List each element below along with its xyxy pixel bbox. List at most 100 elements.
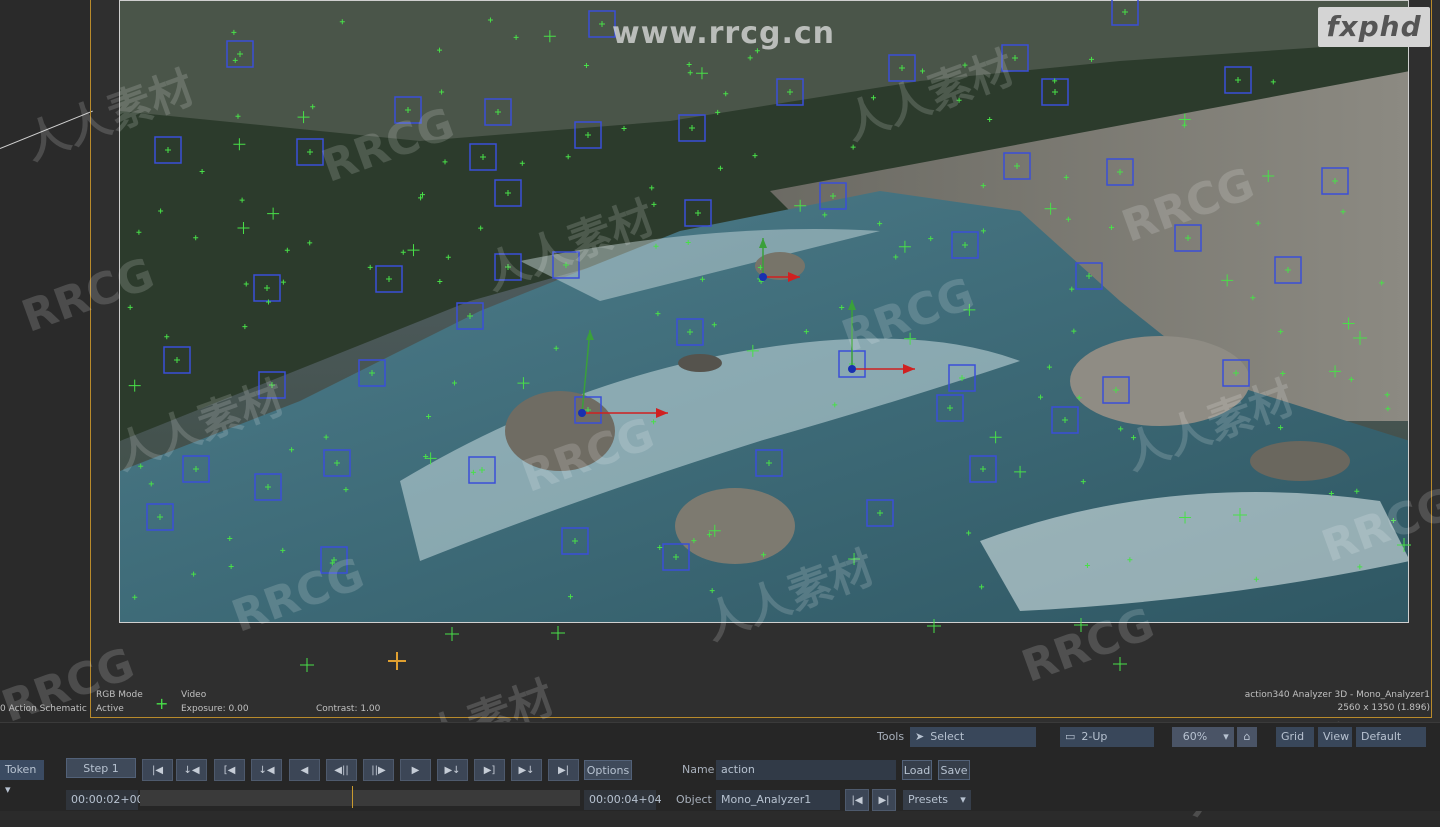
timecode-end[interactable]: 00:00:04+04 (584, 790, 662, 810)
next-key-icon[interactable]: ▶↓ (511, 759, 542, 781)
track-point (1255, 220, 1261, 226)
step-button[interactable]: Step 1 (66, 758, 136, 778)
track-point (1014, 465, 1027, 478)
home-icon[interactable]: ⌂ (1237, 727, 1257, 747)
track-point (307, 149, 313, 155)
playhead[interactable] (352, 786, 353, 808)
token-dropdown[interactable]: Token ▾ (0, 760, 44, 796)
track-point (242, 324, 248, 330)
chevron-down-icon[interactable]: ▾ (1218, 727, 1234, 747)
track-point (1340, 209, 1346, 215)
grid-button[interactable]: Grid (1276, 727, 1314, 747)
track-point (243, 281, 249, 287)
track-point (956, 97, 962, 103)
track-point (723, 91, 729, 97)
track-point (1122, 9, 1128, 15)
crosshair-cursor-icon (388, 652, 406, 670)
name-field[interactable]: action (716, 760, 896, 780)
track-point (451, 380, 457, 386)
track-point (599, 21, 605, 27)
axis-gizmo[interactable] (759, 238, 800, 282)
track-point (717, 165, 723, 171)
track-point (746, 344, 759, 357)
track-point (237, 222, 250, 235)
track-point (1181, 122, 1187, 128)
prev-frame-icon[interactable]: ◀ (289, 759, 320, 781)
track-point (963, 303, 976, 316)
track-point (1221, 274, 1234, 287)
track-point (138, 463, 144, 469)
track-point (199, 168, 205, 174)
next-object-icon[interactable]: ▶| (872, 789, 896, 811)
video-label: Video (181, 690, 207, 700)
track-point (1185, 235, 1191, 241)
next-segment-icon[interactable]: ▶] (474, 759, 505, 781)
default-button[interactable]: Default (1356, 727, 1426, 747)
options-button[interactable]: Options (584, 760, 632, 780)
track-point (424, 452, 437, 465)
track-point (343, 487, 349, 493)
track-point (653, 243, 659, 249)
track-point (904, 332, 917, 345)
track-point (877, 510, 883, 516)
track-point (1113, 657, 1127, 671)
save-button[interactable]: Save (938, 760, 970, 780)
track-point (706, 532, 712, 538)
play-backward-icon[interactable]: ◀|| (326, 759, 357, 781)
goto-end-icon[interactable]: ▶| (548, 759, 579, 781)
view-button[interactable]: View (1318, 727, 1352, 747)
prev-segment-icon[interactable]: [◀ (214, 759, 245, 781)
prev-keyframe-icon[interactable]: ↓◀ (251, 759, 282, 781)
track-point (334, 460, 340, 466)
track-point (307, 240, 313, 246)
track-point (898, 240, 911, 253)
track-point (470, 469, 476, 475)
track-point (267, 207, 280, 220)
chevron-down-icon[interactable]: ▾ (955, 790, 971, 810)
track-point (228, 563, 234, 569)
track-point (980, 228, 986, 234)
track-point (928, 236, 934, 242)
next-keyframe-icon[interactable]: ▶↓ (437, 759, 468, 781)
track-point (979, 584, 985, 590)
select-tool-button[interactable]: ➤ Select (910, 727, 1036, 747)
track-point (265, 484, 271, 490)
load-button[interactable]: Load (902, 760, 932, 780)
track-point (1354, 488, 1360, 494)
next-frame-icon[interactable]: ▶ (400, 759, 431, 781)
axis-gizmo[interactable] (848, 300, 915, 374)
track-point (165, 147, 171, 153)
prev-object-icon[interactable]: |◀ (845, 789, 869, 811)
track-point (1328, 491, 1334, 497)
track-point (989, 431, 1002, 444)
track-point (583, 63, 589, 69)
object-field[interactable]: Mono_Analyzer1 (716, 790, 840, 810)
track-point (1353, 331, 1367, 345)
track-point (877, 221, 883, 227)
track-point (649, 185, 655, 191)
axis-gizmo[interactable] (578, 329, 668, 418)
track-point (1253, 576, 1259, 582)
track-point (870, 95, 876, 101)
track-point (232, 57, 238, 63)
timecode-start[interactable]: 00:00:02+00 (66, 790, 144, 810)
track-point (832, 402, 838, 408)
prev-key-icon[interactable]: ↓◀ (176, 759, 207, 781)
track-point (962, 62, 968, 68)
goto-start-icon[interactable]: |◀ (142, 759, 173, 781)
track-point (673, 554, 679, 560)
track-point (1384, 392, 1390, 398)
track-point (651, 201, 657, 207)
zoom-select[interactable]: 60% (1172, 727, 1218, 747)
track-point (899, 65, 905, 71)
timeline-bar[interactable] (140, 790, 580, 806)
track-point (987, 116, 993, 122)
viewer-area[interactable]: fxphd www.rrcg.cn 人人素材 RRCG RRCG 人人素材 人人… (0, 0, 1440, 825)
play-forward-icon[interactable]: ||▶ (363, 759, 394, 781)
track-point (1062, 417, 1068, 423)
track-point (747, 55, 753, 61)
track-point (284, 247, 290, 253)
track-point (1390, 518, 1396, 524)
presets-dropdown[interactable]: Presets (903, 790, 955, 810)
layout-2up-button[interactable]: ▭ 2-Up (1060, 727, 1154, 747)
